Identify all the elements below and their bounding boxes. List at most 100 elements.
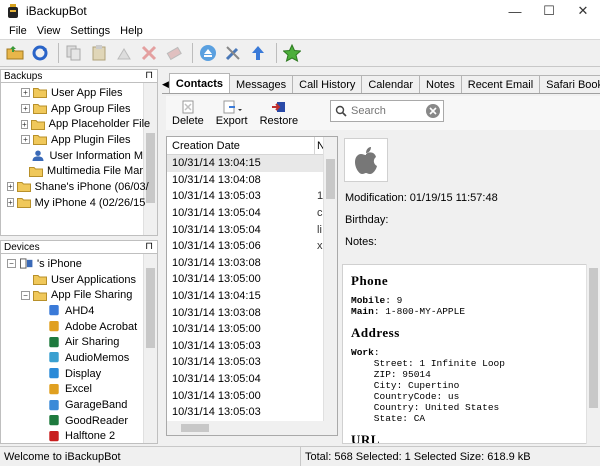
tree-item[interactable]: + App Placeholder File — [1, 116, 143, 132]
delete-label: Delete — [172, 115, 204, 127]
expand-toggle-icon[interactable]: − — [7, 259, 16, 268]
list-item[interactable]: 10/31/14 13:05:03 — [167, 404, 337, 421]
tree-item[interactable]: Halftone 2 — [1, 429, 143, 444]
eraser-button[interactable] — [163, 42, 185, 64]
mobile-key: Mobile — [351, 295, 385, 306]
devices-vertical-scrollbar[interactable] — [143, 254, 157, 444]
list-vertical-scrollbar[interactable] — [323, 137, 337, 423]
creation-date-column-header[interactable]: Creation Date — [167, 137, 315, 155]
restore-button[interactable]: Restore — [260, 100, 299, 127]
tree-item[interactable]: Display — [1, 366, 143, 382]
tree-item[interactable]: + App Group Files — [1, 101, 143, 117]
tree-item[interactable]: User Applications — [1, 272, 143, 288]
list-item[interactable]: 10/31/14 13:05:00 — [167, 271, 337, 288]
scroll-thumb[interactable] — [326, 159, 335, 199]
tools-button[interactable] — [222, 42, 244, 64]
list-item[interactable]: 10/31/14 13:05:04 li — [167, 221, 337, 238]
list-item[interactable]: 10/31/14 13:05:04 c — [167, 205, 337, 222]
scroll-thumb[interactable] — [146, 268, 155, 348]
tab-notes[interactable]: Notes — [419, 75, 462, 93]
tree-item-label: App File Sharing — [51, 289, 132, 301]
export-label: Export — [216, 115, 248, 127]
export-button[interactable]: Export — [216, 100, 248, 127]
tree-item[interactable]: − App File Sharing — [1, 287, 143, 303]
expand-toggle-icon[interactable]: + — [21, 104, 30, 113]
clear-search-icon[interactable] — [425, 103, 441, 119]
eject-button[interactable] — [197, 42, 219, 64]
maximize-button[interactable]: ☐ — [532, 0, 566, 22]
upload-button[interactable] — [247, 42, 269, 64]
restore-label: Restore — [260, 115, 299, 127]
list-item[interactable]: 10/31/14 13:03:08 — [167, 304, 337, 321]
delete-button[interactable]: Delete — [172, 100, 204, 127]
tree-item[interactable]: + My iPhone 4 (02/26/15 — [1, 195, 143, 211]
tree-item[interactable]: Air Sharing — [1, 334, 143, 350]
backups-tree: + User App Files + App Group Files + App Plac… — [0, 83, 158, 236]
menu-settings[interactable]: Settings — [65, 25, 115, 37]
tree-item[interactable]: + User App Files — [1, 85, 143, 101]
list-item[interactable]: 10/31/14 13:05:00 — [167, 321, 337, 338]
backups-vertical-scrollbar[interactable] — [143, 83, 157, 236]
expand-toggle-icon[interactable]: + — [7, 198, 14, 207]
detail-vertical-scrollbar[interactable] — [586, 264, 600, 444]
open-folder-button[interactable] — [4, 42, 26, 64]
tree-item-label: Multimedia File Mar — [47, 165, 143, 177]
expand-toggle-icon[interactable]: + — [21, 120, 28, 129]
expand-toggle-icon[interactable]: − — [21, 291, 30, 300]
devices-panel-title: Devices — [4, 242, 40, 253]
tab-safari-bookmarks[interactable]: Safari Bookma — [539, 75, 600, 93]
tree-item[interactable]: User Information M — [1, 148, 143, 164]
tab-contacts[interactable]: Contacts — [169, 73, 230, 93]
list-item[interactable]: 10/31/14 13:05:00 — [167, 387, 337, 404]
copy-button[interactable] — [63, 42, 85, 64]
menu-help[interactable]: Help — [115, 25, 148, 37]
tree-item[interactable]: Adobe Acrobat — [1, 319, 143, 335]
scroll-thumb[interactable] — [181, 424, 209, 432]
list-item[interactable]: 10/31/14 13:03:08 — [167, 255, 337, 272]
tab-calendar[interactable]: Calendar — [361, 75, 420, 93]
list-item[interactable]: 10/31/14 13:05:03 1 — [167, 188, 337, 205]
tree-item[interactable]: GarageBand — [1, 397, 143, 413]
expand-toggle-icon[interactable]: + — [21, 88, 30, 97]
tab-recent-email[interactable]: Recent Email — [461, 75, 540, 93]
clean-button[interactable] — [113, 42, 135, 64]
tree-item[interactable]: AHD4 — [1, 303, 143, 319]
tree-item[interactable]: + Shane's iPhone (06/03/ — [1, 179, 143, 195]
creation-date-cell: 10/31/14 13:05:03 — [167, 406, 315, 418]
list-item[interactable]: 10/31/14 13:05:04 — [167, 371, 337, 388]
scroll-thumb[interactable] — [589, 268, 598, 408]
list-item[interactable]: 10/31/14 13:05:03 — [167, 354, 337, 371]
tree-item[interactable]: AudioMemos — [1, 350, 143, 366]
pin-icon[interactable]: ⊓ — [145, 70, 153, 81]
creation-date-cell: 10/31/14 13:03:08 — [167, 307, 315, 319]
tree-item[interactable]: GoodReader — [1, 413, 143, 429]
street-line: Street: 1 Infinite Loop — [351, 358, 591, 369]
list-item[interactable]: 10/31/14 13:04:08 — [167, 172, 337, 189]
delete-toolbar-button[interactable] — [138, 42, 160, 64]
copy-icon — [65, 44, 83, 62]
tree-item[interactable]: Multimedia File Mar — [1, 163, 143, 179]
close-button[interactable]: ✕ — [566, 0, 600, 22]
list-item[interactable]: 10/31/14 13:04:15 — [167, 288, 337, 305]
paste-button[interactable] — [88, 42, 110, 64]
pin-icon[interactable]: ⊓ — [145, 241, 153, 252]
list-item[interactable]: 10/31/14 13:05:06 x — [167, 238, 337, 255]
tab-scroll-left-icon[interactable]: ◀ — [162, 75, 169, 93]
tree-item[interactable]: Excel — [1, 382, 143, 398]
search-input[interactable] — [351, 105, 425, 117]
tree-item[interactable]: + App Plugin Files — [1, 132, 143, 148]
tree-item[interactable]: − 's iPhone — [1, 256, 143, 272]
list-horizontal-scrollbar[interactable] — [167, 421, 338, 435]
list-item[interactable]: 10/31/14 13:04:15 — [167, 155, 337, 172]
expand-toggle-icon[interactable]: + — [7, 182, 14, 191]
minimize-button[interactable]: — — [498, 0, 532, 22]
tree-item-label: AudioMemos — [65, 352, 129, 364]
expand-toggle-icon[interactable]: + — [21, 135, 30, 144]
list-item[interactable]: 10/31/14 13:05:03 — [167, 338, 337, 355]
menu-view[interactable]: View — [32, 25, 66, 37]
tab-call-history[interactable]: Call History — [292, 75, 362, 93]
menu-file[interactable]: File — [4, 25, 32, 37]
refresh-button[interactable] — [29, 42, 51, 64]
favorite-button[interactable] — [281, 42, 303, 64]
tab-messages[interactable]: Messages — [229, 75, 293, 93]
